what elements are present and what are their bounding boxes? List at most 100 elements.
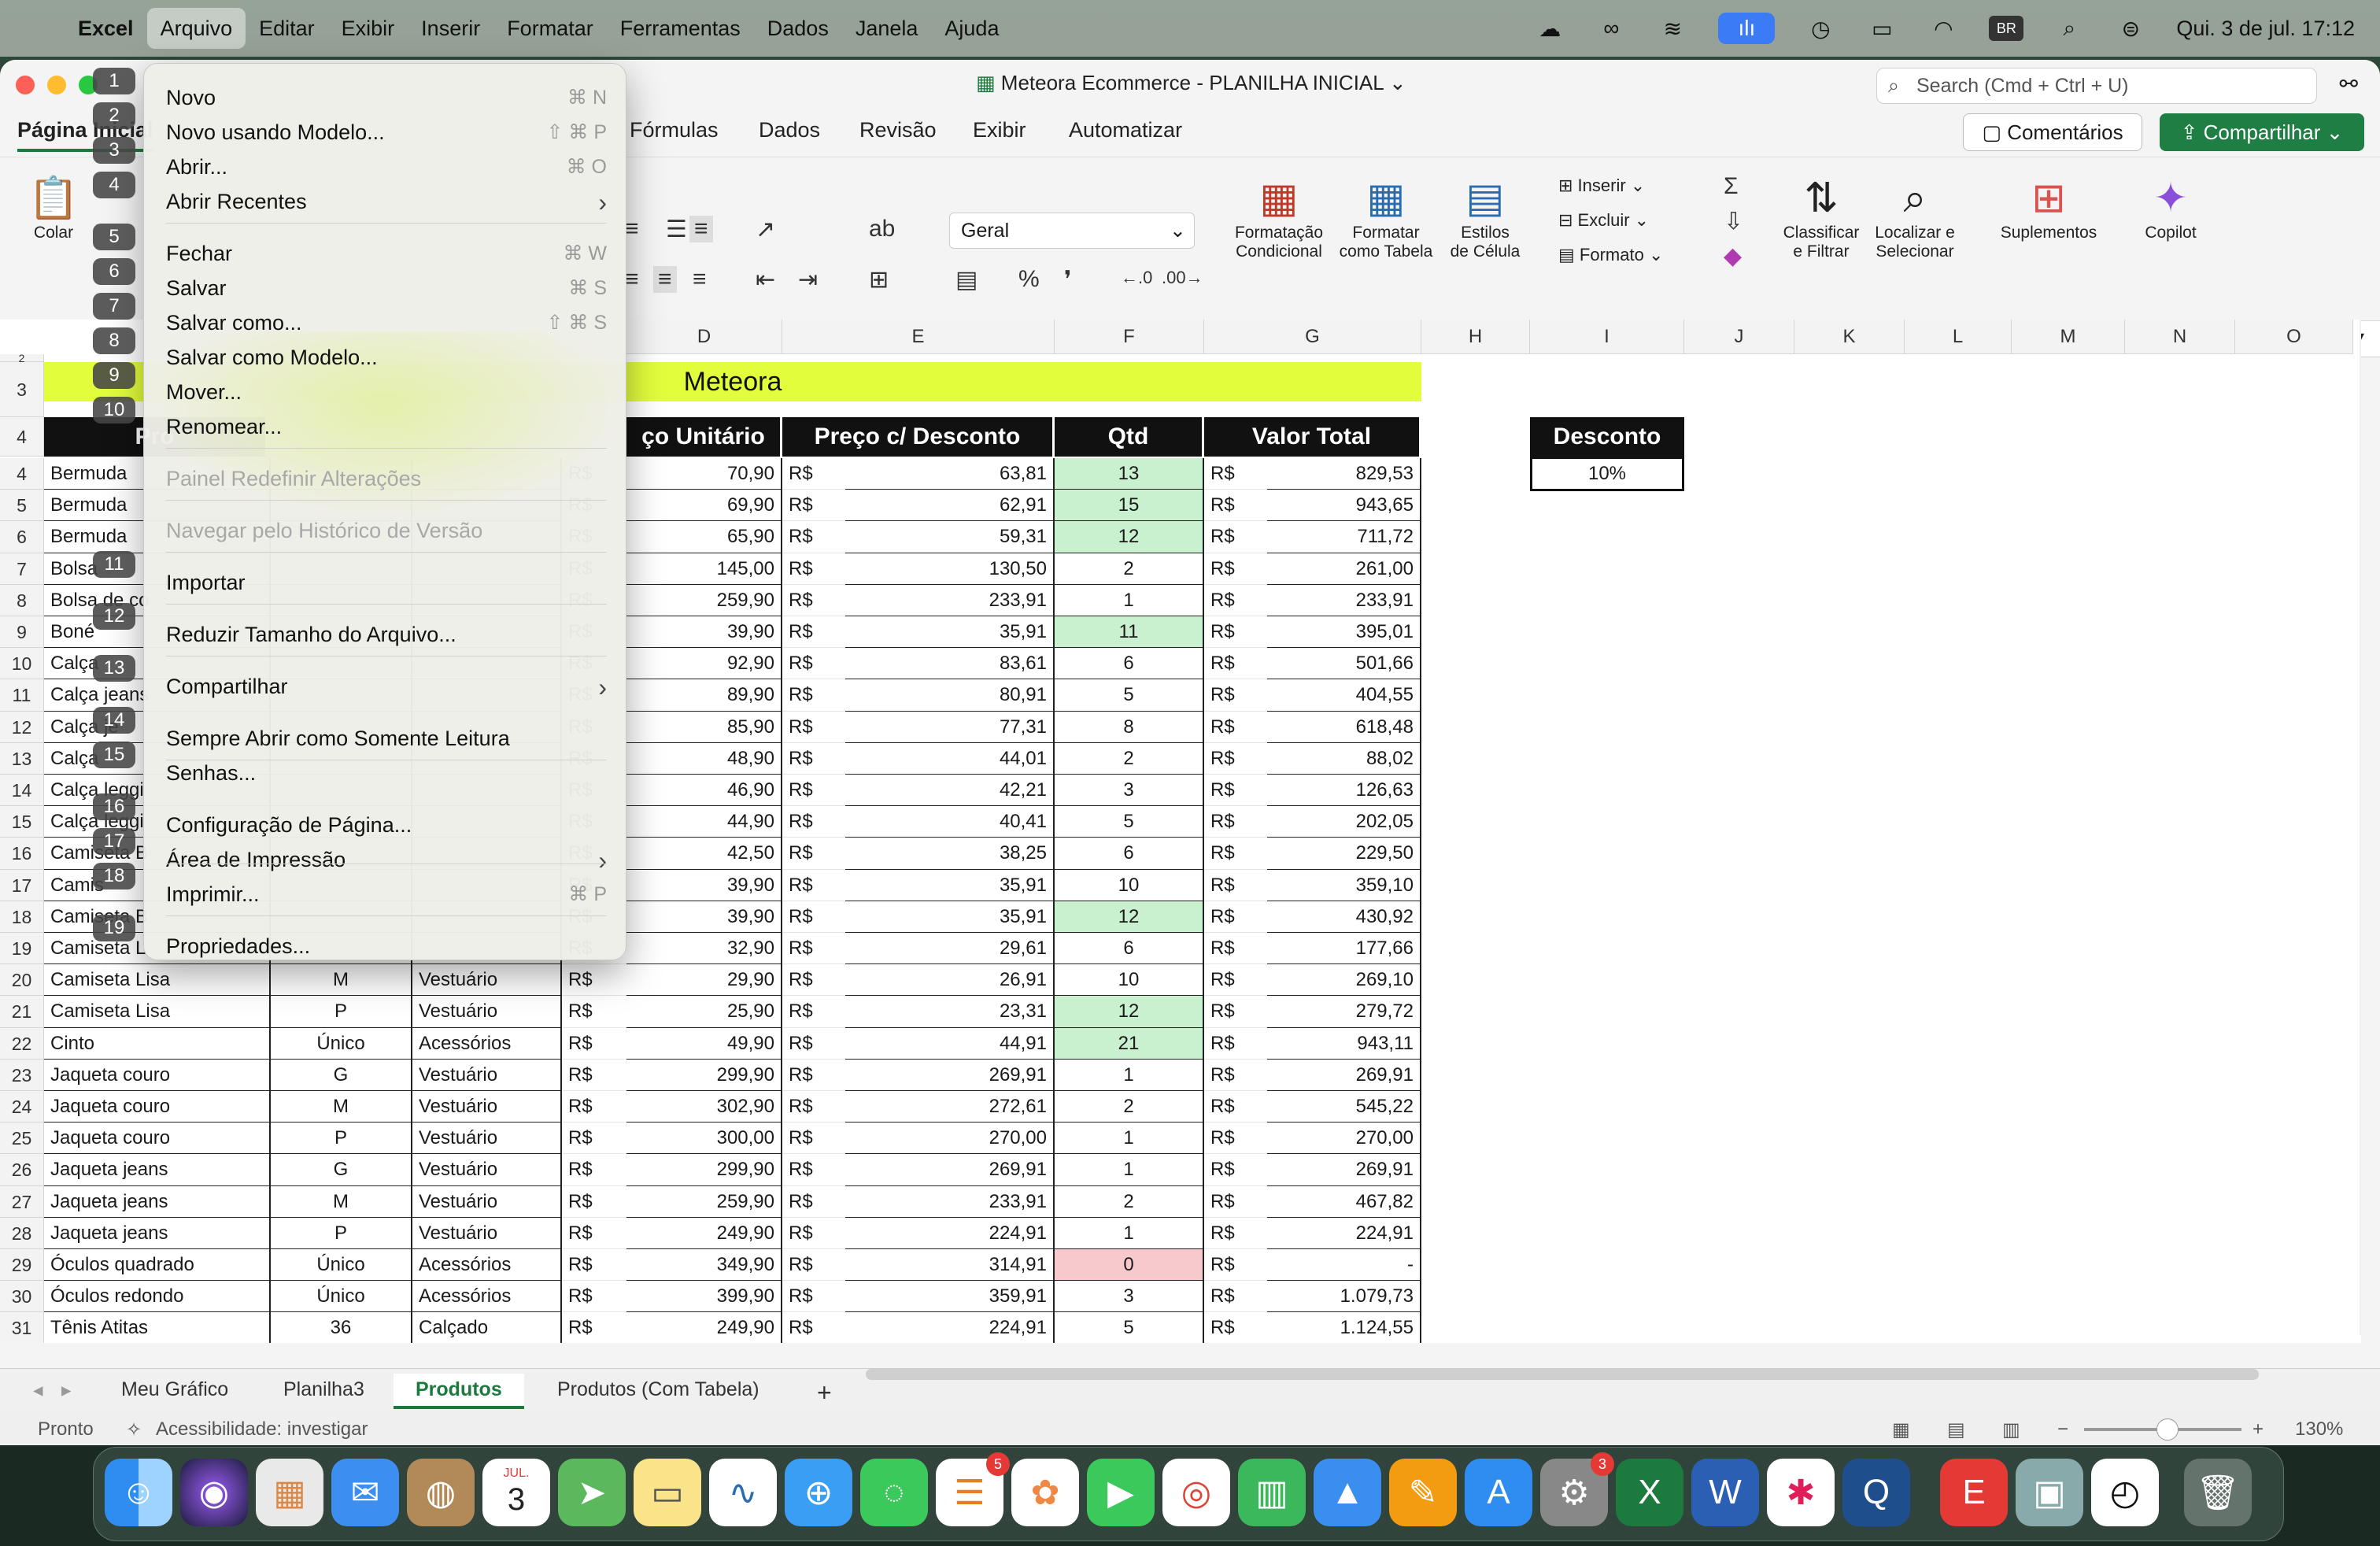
file-menu-item[interactable]: Propriedades... [166, 934, 607, 959]
cell-styles-button[interactable]: ▤ Estilos de Célula [1442, 173, 1528, 261]
cell-qtd[interactable]: 1 [1055, 584, 1204, 616]
header-valor-total[interactable]: Valor Total [1204, 417, 1421, 457]
cell-valor-total[interactable]: 233,91 [1267, 584, 1421, 616]
cell-categoria[interactable]: Vestuário [412, 1154, 562, 1186]
tab-automatizar[interactable]: Automatizar [1069, 118, 1182, 142]
column-header-h[interactable]: H [1421, 320, 1530, 354]
discount-label[interactable]: Desconto [1530, 417, 1684, 457]
photos-icon[interactable]: ✿ [1011, 1459, 1079, 1526]
header-qtd[interactable]: Qtd [1055, 417, 1204, 457]
cell-currency[interactable]: R$ [1204, 679, 1267, 712]
cell-preco-unitario[interactable]: 42,50 [626, 838, 782, 870]
cell-currency[interactable]: R$ [562, 1249, 626, 1282]
file-menu-item[interactable]: Área de Impressão › [166, 846, 607, 875]
cell-preco-desconto[interactable]: 26,91 [845, 964, 1055, 997]
cell-preco-desconto[interactable]: 233,91 [845, 584, 1055, 616]
cell-qtd[interactable]: 13 [1055, 458, 1204, 490]
cell-categoria[interactable]: Vestuário [412, 964, 562, 997]
cell-preco-desconto[interactable]: 40,41 [845, 806, 1055, 838]
column-header-o[interactable]: O [2235, 320, 2353, 354]
autosum-icon[interactable]: Σ [1724, 173, 1739, 200]
cell-preco-unitario[interactable]: 69,90 [626, 490, 782, 522]
row-header[interactable]: 16 [0, 838, 44, 870]
menu-ajuda[interactable]: Ajuda [931, 8, 1012, 49]
cell-currency[interactable]: R$ [782, 1281, 845, 1313]
cell-qtd[interactable]: 2 [1055, 553, 1204, 585]
file-menu-item[interactable]: Salvar ⌘ S [166, 276, 607, 301]
cell-valor-total[interactable]: 430,92 [1267, 901, 1421, 933]
cell-valor-total[interactable]: 711,72 [1267, 521, 1421, 553]
cell-preco-desconto[interactable]: 269,91 [845, 1059, 1055, 1091]
sheet-tab-planilha3[interactable]: Planilha3 [261, 1374, 386, 1406]
decrease-indent-icon[interactable]: ⇤ [756, 266, 775, 294]
share-button[interactable]: ⇪ Compartilhar ⌄ [2160, 113, 2364, 151]
cell-currency[interactable]: R$ [562, 1312, 626, 1343]
cell-produto[interactable]: Jaqueta couro [44, 1059, 271, 1091]
share-network-icon[interactable]: ⚯ [2340, 71, 2358, 97]
cell-currency[interactable]: R$ [1204, 521, 1267, 553]
cell-currency[interactable]: R$ [562, 1060, 626, 1091]
cell-tamanho[interactable]: P [271, 996, 412, 1028]
cell-currency[interactable]: R$ [1204, 490, 1267, 522]
cell-currency[interactable]: R$ [1204, 712, 1267, 743]
cell-currency[interactable]: R$ [782, 521, 845, 553]
increase-decimal-icon[interactable]: ←.0 [1121, 268, 1152, 288]
menu-dados[interactable]: Dados [754, 8, 842, 49]
row-header[interactable]: 31 [0, 1312, 44, 1343]
cell-qtd[interactable]: 21 [1055, 1027, 1204, 1060]
cell-preco-desconto[interactable]: 44,91 [845, 1027, 1055, 1060]
cell-valor-total[interactable]: 395,01 [1267, 616, 1421, 649]
cell-preco-desconto[interactable]: 83,61 [845, 648, 1055, 680]
facetime-icon[interactable]: ▶ [1087, 1459, 1155, 1526]
cell-qtd[interactable]: 5 [1055, 679, 1204, 712]
contacts-icon[interactable]: ◍ [407, 1459, 475, 1526]
align-right-icon[interactable]: ≡ [693, 266, 707, 293]
cell-valor-total[interactable]: 404,55 [1267, 679, 1421, 712]
page-break-view-icon[interactable]: ▥ [2002, 1418, 2020, 1441]
row-header[interactable]: 15 [0, 806, 44, 838]
insert-cells-button[interactable]: ⊞ Inserir ⌄ [1558, 176, 1645, 195]
cell-preco-desconto[interactable]: 63,81 [845, 458, 1055, 490]
cell-currency[interactable]: R$ [782, 1312, 845, 1343]
file-menu-item[interactable]: Novo usando Modelo... ⇧ ⌘ P [166, 120, 607, 145]
cell-currency[interactable]: R$ [782, 1249, 845, 1282]
wifi-icon[interactable]: ◠ [1927, 13, 1959, 44]
cell-qtd[interactable]: 1 [1055, 1059, 1204, 1091]
file-menu-item[interactable]: Fechar ⌘ W [166, 242, 607, 266]
zoom-level[interactable]: 130% [2295, 1418, 2343, 1441]
cell-valor-total[interactable]: 279,72 [1267, 996, 1421, 1028]
paste-button[interactable]: 📋 Colar [16, 173, 91, 242]
cell-categoria[interactable]: Acessórios [412, 1281, 562, 1313]
find-select-button[interactable]: ⌕ Localizar e Selecionar [1867, 173, 1963, 261]
cell-categoria[interactable]: Vestuário [412, 1217, 562, 1249]
cell-currency[interactable]: R$ [1204, 743, 1267, 775]
battery-icon[interactable]: ▭ [1866, 13, 1898, 44]
cell-preco-unitario[interactable]: 49,90 [626, 1027, 782, 1060]
merge-cells-icon[interactable]: ⊞ [869, 266, 889, 294]
cell-currency[interactable]: R$ [782, 712, 845, 743]
cell-preco-unitario[interactable]: 302,90 [626, 1091, 782, 1123]
column-header-l[interactable]: L [1905, 320, 2012, 354]
cell-preco-desconto[interactable]: 269,91 [845, 1154, 1055, 1186]
menu-formatar[interactable]: Formatar [493, 8, 607, 49]
cell-preco-unitario[interactable]: 299,90 [626, 1154, 782, 1186]
cell-qtd[interactable]: 3 [1055, 775, 1204, 807]
finder-icon[interactable]: ☺ [105, 1459, 172, 1526]
cell-currency[interactable]: R$ [782, 490, 845, 522]
cloud-icon[interactable]: ☁ [1534, 13, 1565, 44]
cell-currency[interactable]: R$ [562, 1186, 626, 1218]
increase-indent-icon[interactable]: ⇥ [798, 266, 818, 294]
launchpad-icon[interactable]: ▦ [256, 1459, 323, 1526]
cell-valor-total[interactable]: 1.124,55 [1267, 1312, 1421, 1343]
preview-icon[interactable]: ▣ [2016, 1459, 2083, 1526]
file-menu-item[interactable]: Mover... [166, 380, 607, 405]
freeform-icon[interactable]: ∿ [709, 1459, 777, 1526]
cell-currency[interactable]: R$ [1204, 870, 1267, 901]
cell-currency[interactable]: R$ [1204, 616, 1267, 649]
cell-currency[interactable]: R$ [782, 964, 845, 997]
column-header-i[interactable]: I [1530, 320, 1684, 354]
cell-currency[interactable]: R$ [562, 996, 626, 1028]
cell-preco-desconto[interactable]: 44,01 [845, 742, 1055, 775]
cell-categoria[interactable]: Vestuário [412, 1123, 562, 1155]
menu-exibir[interactable]: Exibir [328, 8, 408, 49]
